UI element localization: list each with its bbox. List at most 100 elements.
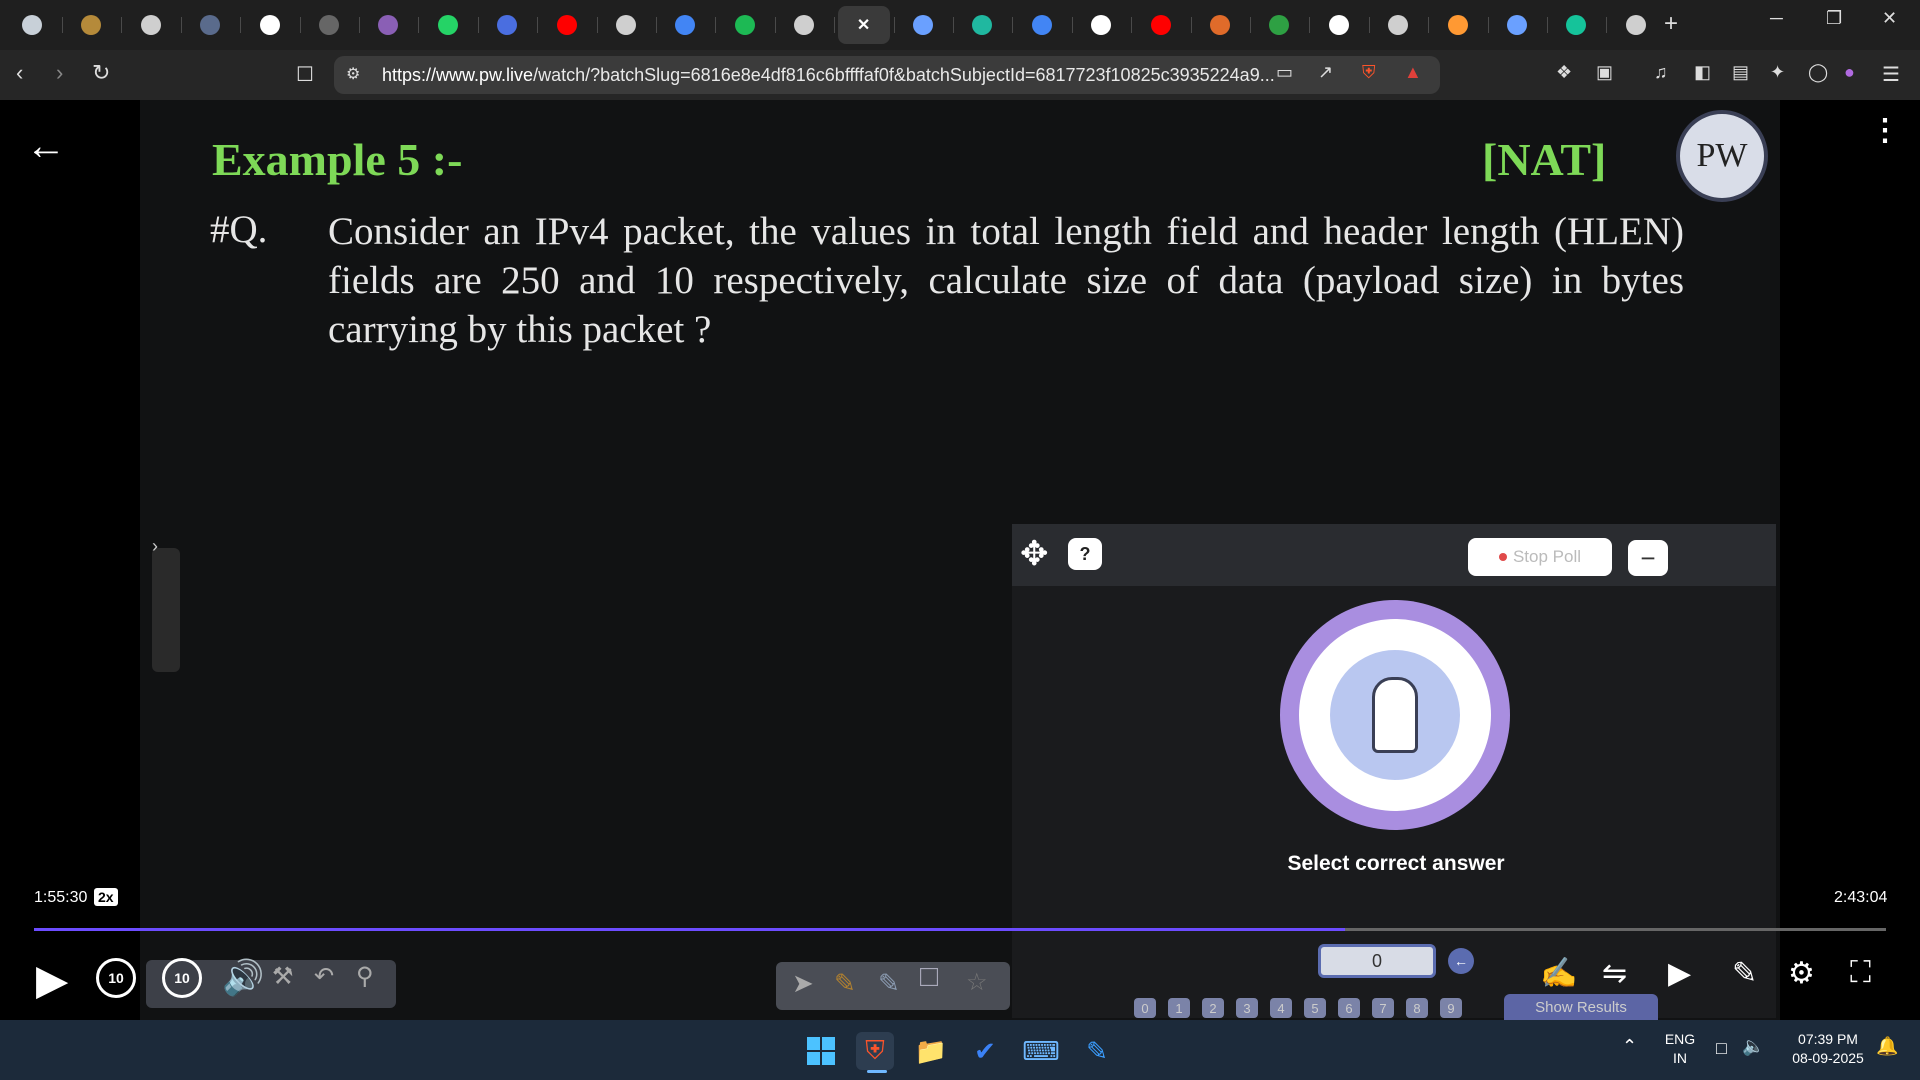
reload-icon[interactable]: ↻: [92, 60, 110, 86]
site-info-icon[interactable]: ⚙: [346, 64, 360, 84]
share-icon[interactable]: ↗: [1318, 62, 1333, 83]
forward-icon[interactable]: ›: [56, 60, 63, 86]
browser-tab[interactable]: [1253, 6, 1305, 44]
volume-icon[interactable]: 🔊: [222, 958, 264, 998]
notes-icon[interactable]: ✎: [1732, 956, 1757, 991]
vpn-icon[interactable]: ◯: [1808, 62, 1828, 83]
stop-poll-button[interactable]: Stop Poll: [1468, 538, 1612, 576]
show-results-button[interactable]: Show Results: [1504, 994, 1658, 1020]
chat-icon[interactable]: ✍: [1540, 956, 1577, 991]
edit-app-icon[interactable]: ✎: [1078, 1032, 1116, 1070]
browser-tab[interactable]: [1491, 6, 1543, 44]
browser-tab[interactable]: [659, 6, 711, 44]
file-explorer-icon[interactable]: 📁: [912, 1032, 950, 1070]
url-text[interactable]: https://www.pw.live/watch/?batchSlug=681…: [382, 65, 1275, 86]
reader-icon[interactable]: ▣: [1596, 62, 1613, 83]
option-button[interactable]: 0: [1134, 998, 1156, 1018]
music-icon[interactable]: ♫: [1654, 62, 1668, 83]
brave-browser-icon[interactable]: ⛨: [856, 1032, 894, 1070]
close-window-icon[interactable]: ✕: [1882, 8, 1897, 29]
browser-tab[interactable]: [303, 6, 355, 44]
bookmark-icon[interactable]: ☐: [296, 62, 314, 87]
browser-tab[interactable]: [244, 6, 296, 44]
browser-tab[interactable]: [897, 6, 949, 44]
progress-bar[interactable]: [34, 928, 1886, 931]
browser-tab[interactable]: [1372, 6, 1424, 44]
windows-start-icon[interactable]: [802, 1032, 840, 1070]
brave-shield-icon[interactable]: ⛨: [1362, 62, 1376, 83]
more-options-icon[interactable]: ⋮: [1870, 116, 1900, 146]
play-icon[interactable]: ▶: [36, 955, 68, 1004]
restore-icon[interactable]: ❐: [1826, 8, 1842, 29]
browser-tab[interactable]: [956, 6, 1008, 44]
keyboard-icon[interactable]: ⌨: [1022, 1032, 1060, 1070]
submit-arrow-icon[interactable]: ←: [1448, 948, 1474, 974]
browser-tab[interactable]: [1135, 6, 1187, 44]
fullscreen-icon[interactable]: ⛶: [1850, 956, 1871, 990]
brave-rewards-icon[interactable]: ▲: [1404, 62, 1422, 83]
clock[interactable]: 07:39 PM 08-09-2025: [1780, 1030, 1876, 1068]
browser-tab[interactable]: [1550, 6, 1602, 44]
option-button[interactable]: 9: [1440, 998, 1462, 1018]
browser-tab[interactable]: [125, 6, 177, 44]
browser-tab[interactable]: [719, 6, 771, 44]
browser-tab[interactable]: [1432, 6, 1484, 44]
extensions-icon[interactable]: ❖: [1556, 62, 1572, 83]
speaker-icon[interactable]: 🔈: [1742, 1036, 1764, 1057]
wallet-icon[interactable]: ▤: [1732, 62, 1749, 83]
new-tab-button[interactable]: +: [1664, 10, 1678, 38]
playback-speed-badge[interactable]: 2x: [94, 888, 118, 906]
settings-icon[interactable]: ⚙: [1788, 956, 1815, 991]
skip-forward-icon[interactable]: 10: [162, 958, 202, 998]
browser-tab[interactable]: [600, 6, 652, 44]
browser-tab[interactable]: [6, 6, 58, 44]
network-icon[interactable]: □: [1716, 1038, 1727, 1059]
browser-tab[interactable]: [65, 6, 117, 44]
option-button[interactable]: 5: [1304, 998, 1326, 1018]
back-icon[interactable]: ‹: [16, 60, 23, 86]
option-button[interactable]: 7: [1372, 998, 1394, 1018]
help-icon[interactable]: ?: [1068, 538, 1102, 570]
browser-tab[interactable]: [1194, 6, 1246, 44]
skip-back-icon[interactable]: 10: [96, 958, 136, 998]
menu-icon[interactable]: ☰: [1882, 62, 1900, 87]
browser-tab[interactable]: [1016, 6, 1068, 44]
browser-tab[interactable]: [541, 6, 593, 44]
burger-icon: [1210, 15, 1230, 35]
language-indicator[interactable]: ENG IN: [1662, 1030, 1698, 1068]
move-icon[interactable]: ✥: [1020, 534, 1049, 574]
browser-tab[interactable]: [1313, 6, 1365, 44]
translate-icon[interactable]: ⇋: [1602, 956, 1627, 991]
chevron-up-icon[interactable]: ⌃: [1622, 1036, 1637, 1057]
leo-icon[interactable]: ✦: [1770, 62, 1785, 83]
back-arrow-icon[interactable]: ←: [26, 124, 66, 169]
notification-bell-icon[interactable]: 🔔: [1876, 1036, 1898, 1057]
browser-tab[interactable]: [362, 6, 414, 44]
browser-tab[interactable]: [1075, 6, 1127, 44]
browser-tab[interactable]: [422, 6, 474, 44]
answer-input[interactable]: 0: [1318, 944, 1436, 978]
option-button[interactable]: 6: [1338, 998, 1360, 1018]
sidebar-icon[interactable]: ◧: [1694, 62, 1711, 83]
wikipedia-icon: [1328, 15, 1349, 35]
option-button[interactable]: 3: [1236, 998, 1258, 1018]
option-button[interactable]: 4: [1270, 998, 1292, 1018]
option-button[interactable]: 1: [1168, 998, 1190, 1018]
minimize-poll-button[interactable]: −: [1628, 540, 1668, 576]
minimize-icon[interactable]: ─: [1770, 8, 1783, 29]
side-panel-handle[interactable]: [152, 548, 180, 672]
browser-tab[interactable]: ✕: [837, 6, 890, 44]
browser-tab[interactable]: [481, 6, 533, 44]
option-button[interactable]: 8: [1406, 998, 1428, 1018]
browser-tab[interactable]: [778, 6, 830, 44]
chevron-right-icon[interactable]: ›: [152, 536, 158, 557]
gear-icon: [1330, 650, 1460, 780]
progress-fill: [34, 928, 1346, 931]
todo-icon[interactable]: ✔: [966, 1032, 1004, 1070]
browser-tab[interactable]: [184, 6, 236, 44]
cast-icon[interactable]: ▭: [1276, 62, 1293, 83]
option-button[interactable]: 2: [1202, 998, 1224, 1018]
playlist-icon[interactable]: ▶: [1668, 956, 1691, 991]
profile-icon[interactable]: ●: [1844, 62, 1855, 83]
browser-tab[interactable]: [1610, 6, 1662, 44]
